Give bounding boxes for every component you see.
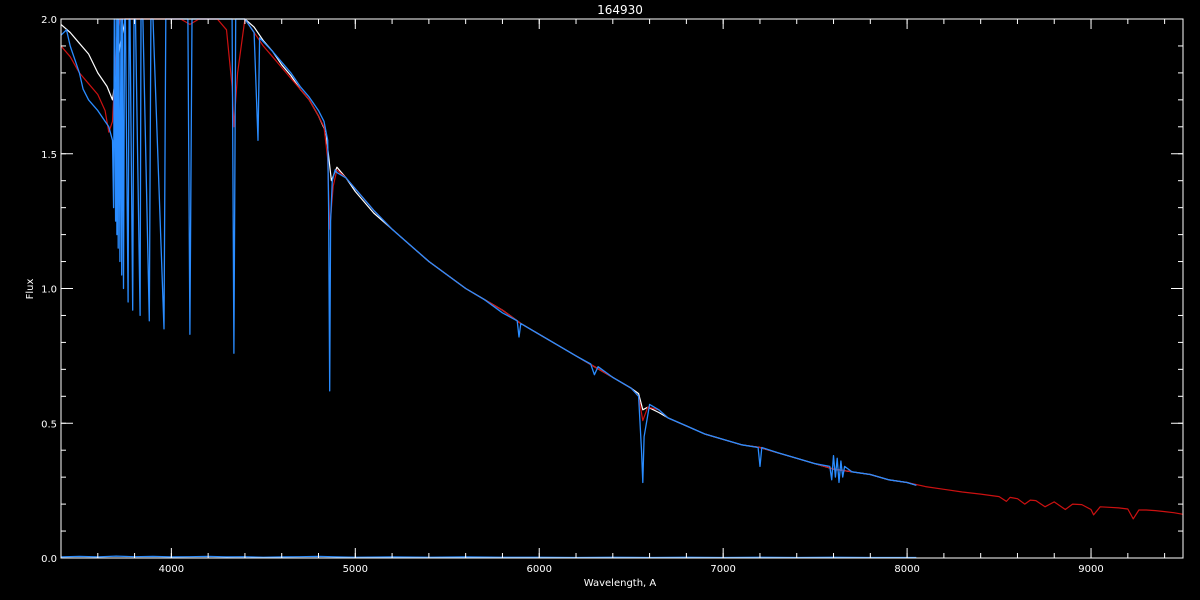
y-axis-label: Flux xyxy=(25,279,36,300)
x-tick-label: 8000 xyxy=(894,564,919,575)
y-tick-label: 2.0 xyxy=(41,15,57,26)
x-tick-label: 6000 xyxy=(527,564,552,575)
x-tick-label: 5000 xyxy=(343,564,368,575)
chart-title: 164930 xyxy=(597,3,643,17)
y-tick-label: 1.5 xyxy=(41,150,57,161)
y-tick-label: 0.0 xyxy=(41,554,57,565)
spectrum-plot: 164930 Flux Wavelength, A 4000 5000 6000 70… xyxy=(0,0,1200,600)
x-axis-label: Wavelength, A xyxy=(584,578,657,589)
plot-background xyxy=(0,0,1200,600)
y-tick-label: 0.5 xyxy=(41,419,57,430)
x-tick-label: 7000 xyxy=(710,564,735,575)
y-tick-label: 1.0 xyxy=(41,285,57,296)
x-tick-label: 4000 xyxy=(159,564,184,575)
x-tick-label: 9000 xyxy=(1078,564,1103,575)
